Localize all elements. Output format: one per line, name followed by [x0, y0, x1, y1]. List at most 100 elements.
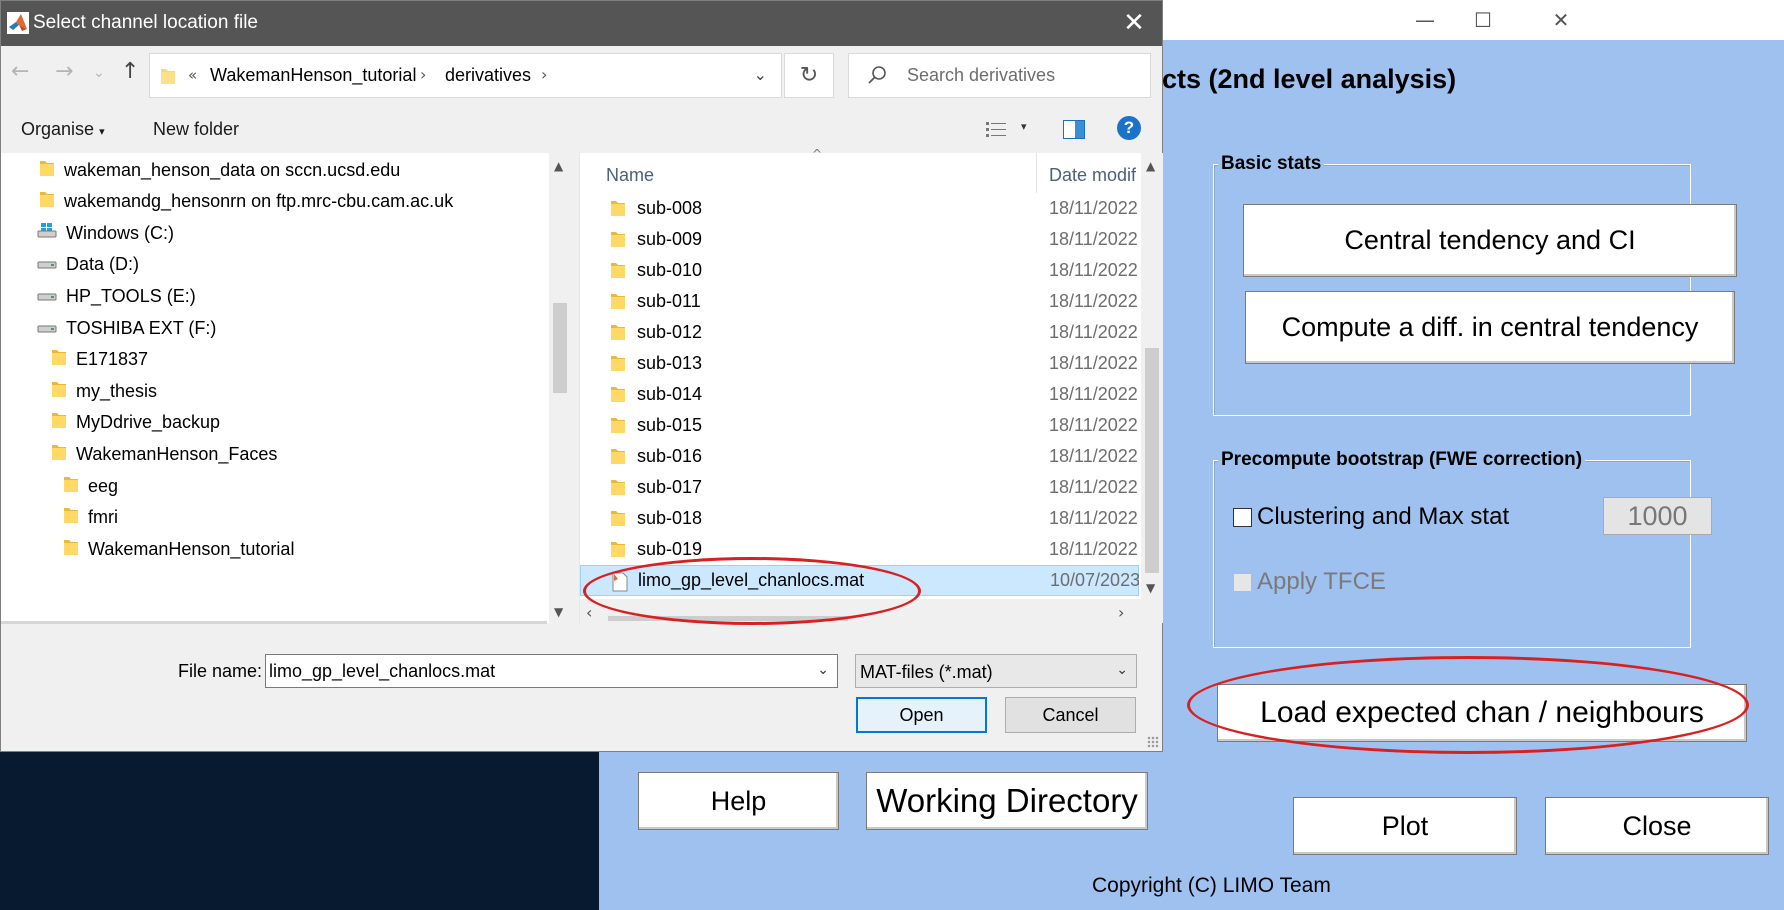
file-row[interactable]: sub-008 18/11/2022: [580, 193, 1139, 224]
cancel-button[interactable]: Cancel: [1005, 697, 1136, 733]
nav-item[interactable]: TOSHIBA EXT (F:): [37, 311, 216, 345]
address-bar[interactable]: « WakemanHenson_tutorial › derivatives ›…: [149, 53, 782, 98]
open-button[interactable]: Open: [856, 697, 987, 733]
scroll-right-icon[interactable]: ›: [1118, 603, 1124, 622]
view-options-icon[interactable]: [986, 121, 1008, 139]
nav-item[interactable]: fmri: [63, 501, 118, 535]
file-hscrollbar[interactable]: ‹ ›: [580, 599, 1163, 623]
forward-arrow-icon[interactable]: →: [55, 59, 73, 84]
plot-button[interactable]: Plot: [1293, 797, 1517, 855]
maximize-icon[interactable]: ☐: [1463, 4, 1503, 36]
file-row[interactable]: sub-018 18/11/2022: [580, 503, 1139, 534]
file-row[interactable]: sub-012 18/11/2022: [580, 317, 1139, 348]
column-separator[interactable]: [1036, 153, 1037, 193]
breadcrumb-overflow[interactable]: «: [188, 66, 197, 84]
column-header-date[interactable]: Date modif: [1049, 165, 1136, 186]
nav-item[interactable]: eeg: [63, 469, 118, 503]
bootstrap-group: Precompute bootstrap (FWE correction): [1213, 449, 1691, 648]
file-type-select[interactable]: MAT-files (*.mat) ⌄: [855, 654, 1137, 688]
working-directory-button[interactable]: Working Directory: [866, 772, 1148, 830]
file-row[interactable]: sub-009 18/11/2022: [580, 224, 1139, 255]
folder-icon: [610, 323, 626, 346]
scroll-left-icon[interactable]: ‹: [586, 603, 592, 622]
breadcrumb-wakemanhenson-tutorial[interactable]: WakemanHenson_tutorial: [210, 65, 416, 86]
file-name: limo_gp_level_chanlocs.mat: [638, 570, 865, 590]
nav-item-label: wakeman_henson_data on sccn.ucsd.edu: [64, 159, 401, 180]
scrollbar-thumb[interactable]: [553, 303, 567, 393]
nav-item[interactable]: WakemanHenson_tutorial: [63, 532, 294, 566]
clustering-checkbox-row[interactable]: Clustering and Max stat: [1233, 503, 1509, 531]
breadcrumb-chevron-icon[interactable]: ›: [541, 65, 547, 84]
help-icon[interactable]: ?: [1117, 116, 1141, 140]
scroll-down-icon[interactable]: ▼: [554, 605, 563, 619]
nav-item[interactable]: WakemanHenson_Faces: [51, 437, 277, 471]
nav-item[interactable]: Data (D:): [37, 248, 139, 282]
search-input[interactable]: [907, 54, 1137, 97]
view-dropdown-icon[interactable]: ▾: [1021, 120, 1027, 133]
new-folder-button[interactable]: New folder: [153, 119, 239, 140]
nav-item-label: Data (D:): [66, 254, 140, 275]
file-row[interactable]: sub-015 18/11/2022: [580, 410, 1139, 441]
file-row[interactable]: sub-017 18/11/2022: [580, 472, 1139, 503]
file-row[interactable]: sub-016 18/11/2022: [580, 441, 1139, 472]
nav-item[interactable]: E171837: [51, 343, 148, 377]
navigation-scrollbar[interactable]: ▲ ▼: [549, 153, 571, 623]
file-row[interactable]: sub-011 18/11/2022: [580, 286, 1139, 317]
search-box[interactable]: [848, 53, 1151, 98]
file-name-field[interactable]: [269, 655, 799, 687]
resize-grip-icon[interactable]: [1147, 736, 1159, 748]
refresh-icon[interactable]: ↻: [784, 53, 834, 98]
up-arrow-icon[interactable]: ↑: [121, 59, 139, 84]
folder-icon: [610, 447, 626, 470]
nav-item[interactable]: HP_TOOLS (E:): [37, 279, 196, 313]
load-expected-chan-button[interactable]: Load expected chan / neighbours: [1217, 684, 1747, 742]
bootstrap-count-field[interactable]: 1000: [1603, 497, 1712, 535]
clustering-checkbox[interactable]: [1233, 507, 1252, 527]
minimize-icon[interactable]: —: [1405, 4, 1445, 36]
file-date: 10/07/2023: [1050, 570, 1139, 590]
nav-item[interactable]: wakemandg_hensonrn on ftp.mrc-cbu.cam.ac…: [39, 185, 453, 219]
chevron-down-icon[interactable]: ⌄: [754, 65, 767, 84]
folder-icon: [610, 540, 626, 563]
file-name-combo[interactable]: ⌄: [265, 654, 838, 688]
close-button[interactable]: Close: [1545, 797, 1769, 855]
back-arrow-icon[interactable]: ←: [11, 59, 29, 84]
file-row[interactable]: sub-013 18/11/2022: [580, 348, 1139, 379]
file-name: sub-011: [637, 291, 701, 311]
file-scrollbar[interactable]: ▲ ▼: [1141, 153, 1163, 599]
file-row[interactable]: limo_gp_level_chanlocs.mat 10/07/2023: [580, 565, 1139, 596]
central-tendency-button[interactable]: Central tendency and CI: [1243, 204, 1737, 277]
dialog-toolbar: Organise ▾ New folder ▾: [1, 107, 1162, 152]
recent-locations-chevron-icon[interactable]: ⌄: [93, 65, 105, 81]
scrollbar-thumb[interactable]: [1145, 348, 1159, 573]
file-row[interactable]: sub-019 18/11/2022: [580, 534, 1139, 565]
folder-icon: [51, 380, 67, 403]
file-date: 18/11/2022: [1049, 415, 1138, 435]
nav-item[interactable]: MyDdrive_backup: [51, 406, 220, 440]
chevron-down-icon[interactable]: ⌄: [817, 662, 829, 678]
nav-item[interactable]: wakeman_henson_data on sccn.ucsd.edu: [39, 153, 400, 187]
nav-item-label: fmri: [88, 507, 118, 528]
close-icon[interactable]: ✕: [1114, 5, 1154, 41]
folder-icon: [610, 478, 626, 501]
close-window-icon[interactable]: ✕: [1541, 4, 1581, 36]
breadcrumb-derivatives[interactable]: derivatives: [445, 65, 531, 86]
breadcrumb-chevron-icon[interactable]: ›: [420, 65, 426, 84]
scroll-up-icon[interactable]: ▲: [1146, 159, 1155, 173]
organise-menu[interactable]: Organise ▾: [21, 119, 105, 140]
preview-pane-icon[interactable]: [1063, 120, 1085, 139]
nav-item[interactable]: my_thesis: [51, 374, 157, 408]
copyright-text: Copyright (C) LIMO Team: [1092, 874, 1331, 897]
file-row[interactable]: sub-014 18/11/2022: [580, 379, 1139, 410]
help-button[interactable]: Help: [638, 772, 839, 830]
file-row[interactable]: sub-010 18/11/2022: [580, 255, 1139, 286]
scrollbar-thumb[interactable]: [608, 616, 848, 621]
column-header-name[interactable]: Name: [606, 165, 654, 186]
navigation-hscrollbar[interactable]: [1, 621, 547, 624]
scroll-down-icon[interactable]: ▼: [1146, 581, 1155, 595]
diff-central-tendency-button[interactable]: Compute a diff. in central tendency: [1245, 291, 1735, 364]
dialog-title: Select channel location file: [33, 12, 258, 33]
clustering-label: Clustering and Max stat: [1257, 503, 1510, 530]
scroll-up-icon[interactable]: ▲: [554, 159, 563, 173]
nav-item[interactable]: Windows (C:): [37, 216, 174, 250]
